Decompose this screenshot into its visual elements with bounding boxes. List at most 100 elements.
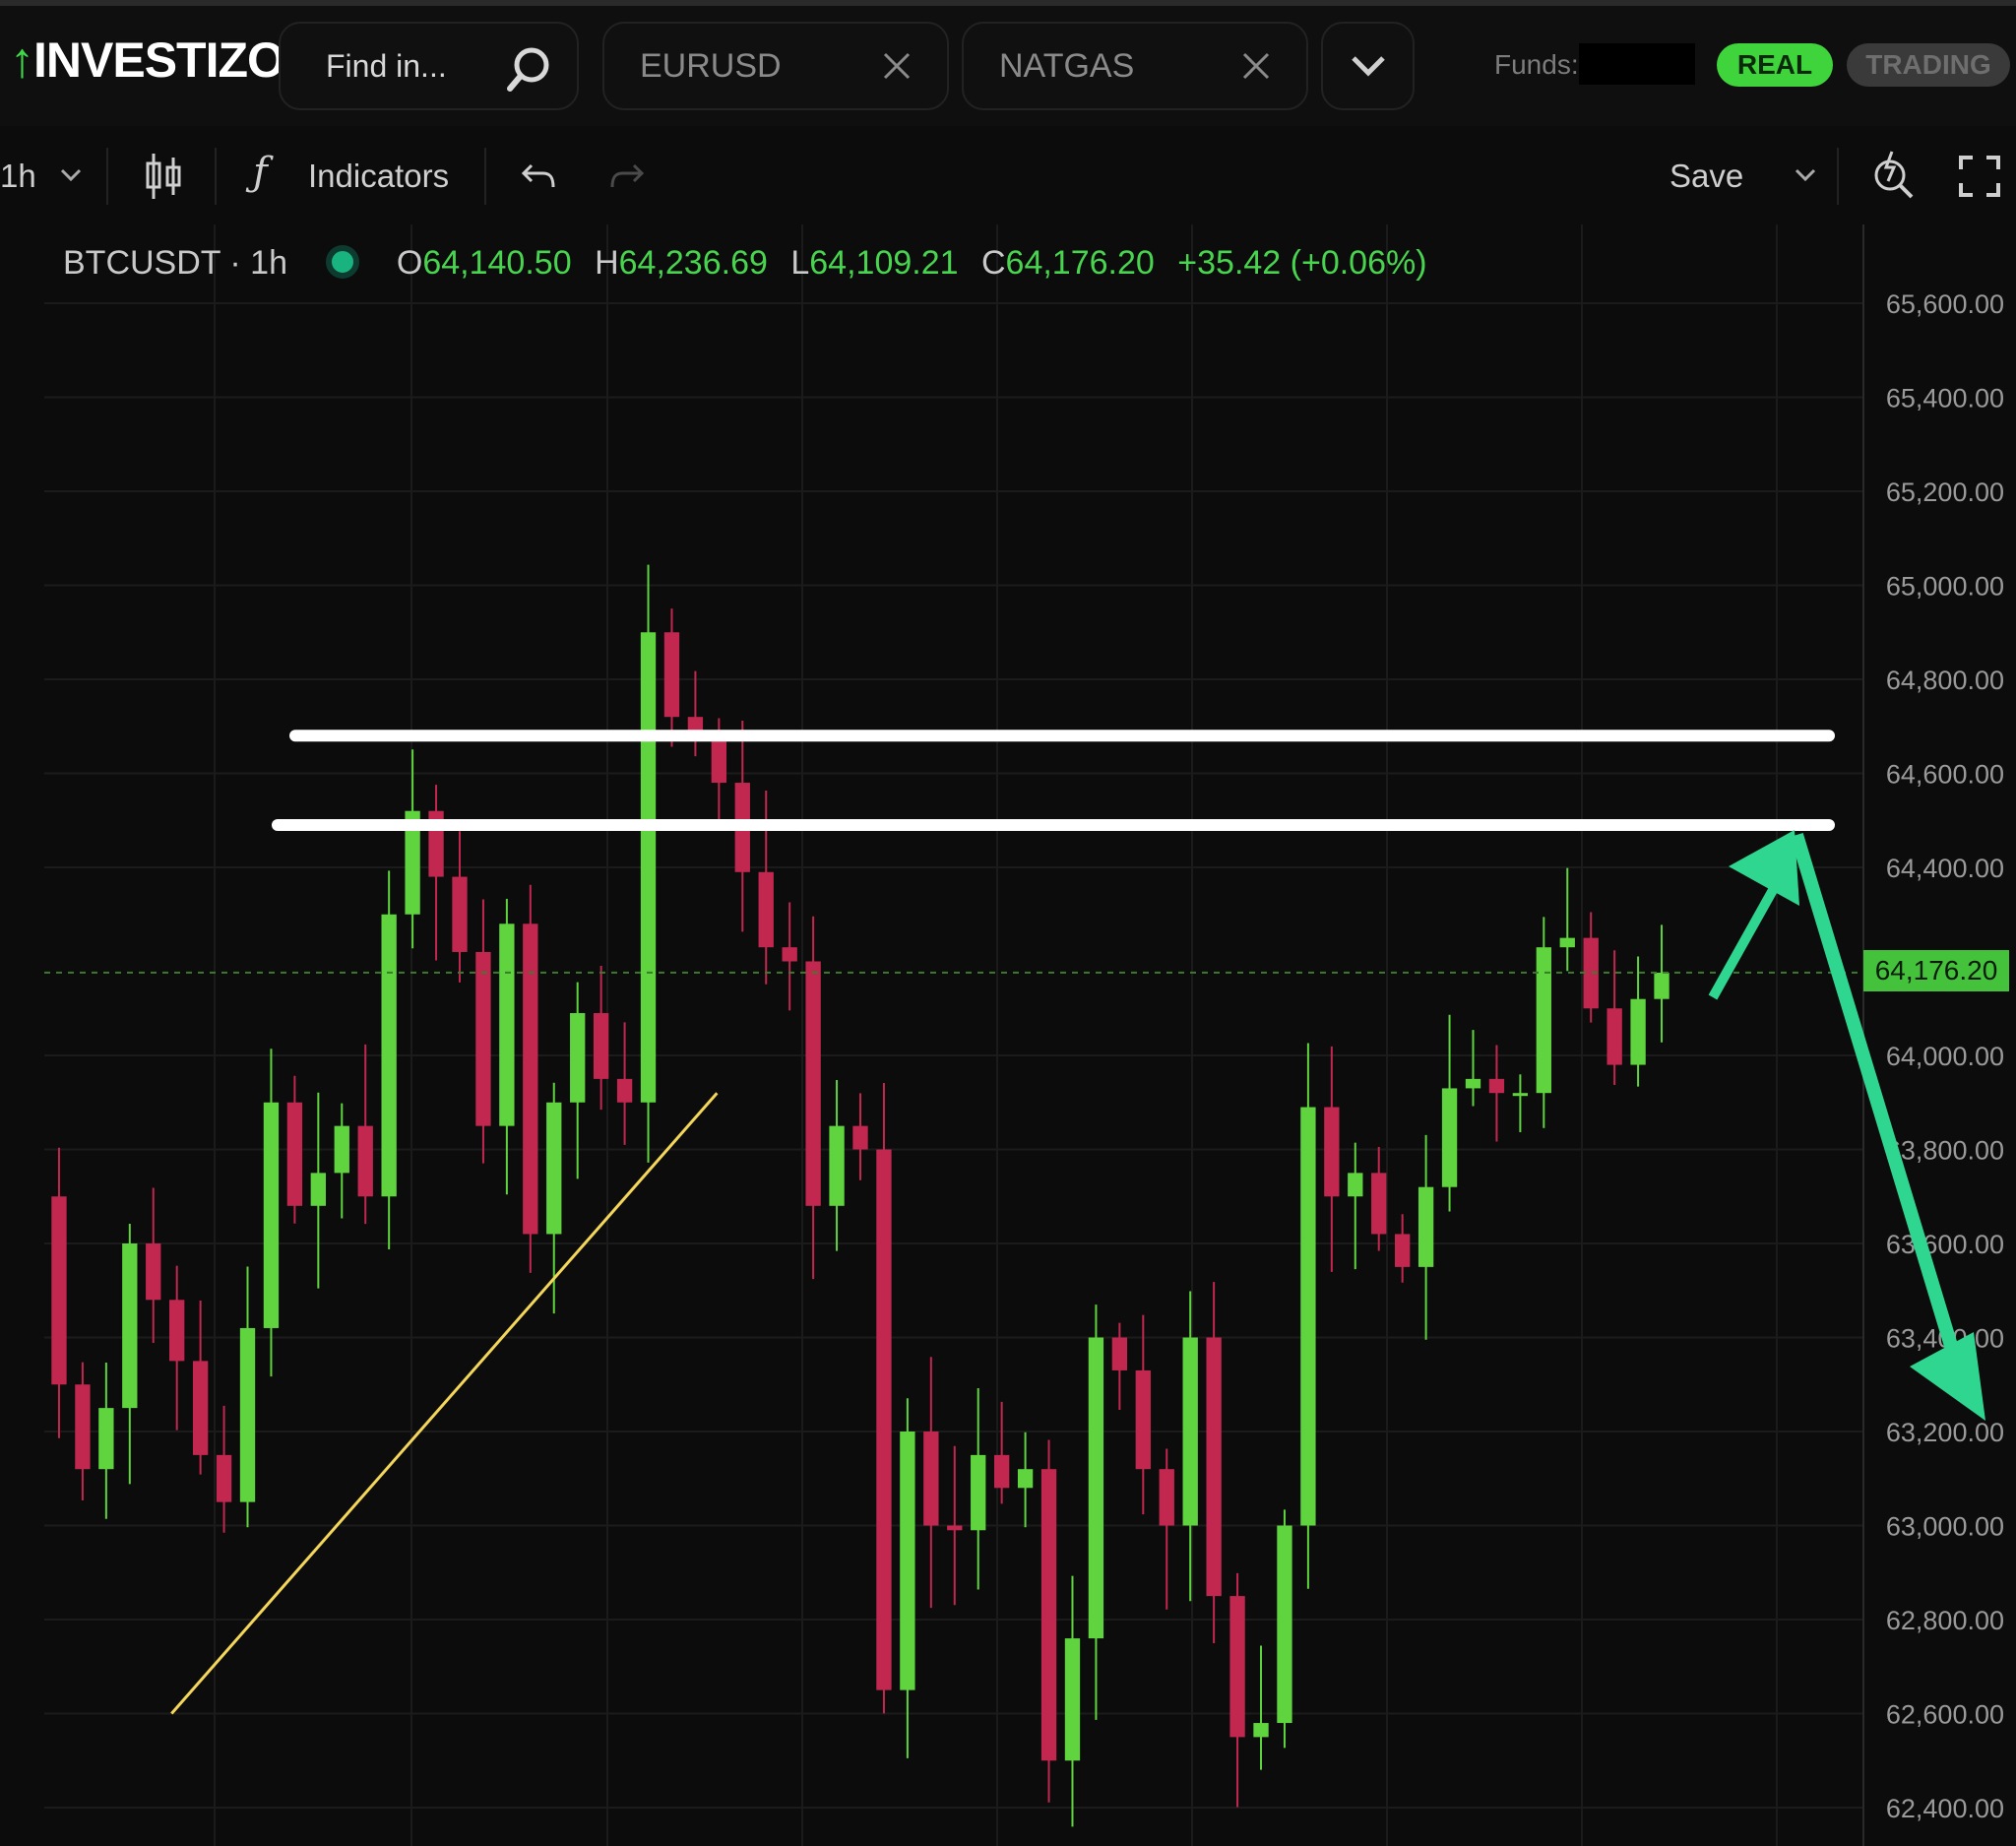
save-button[interactable]: Save xyxy=(1670,158,1743,195)
y-tick-label: 65,400.00 xyxy=(1886,384,2004,414)
y-tick-label: 64,800.00 xyxy=(1886,666,2004,695)
candle-body xyxy=(75,1384,91,1470)
candle-body xyxy=(310,1173,326,1206)
candle-body xyxy=(1135,1369,1151,1470)
candle-body xyxy=(1064,1638,1081,1761)
search-placeholder: Find in... xyxy=(326,47,447,84)
tab-eurusd[interactable]: EURUSD xyxy=(602,22,949,110)
price-chart[interactable]: 65,600.00 65,400.00 65,200.00 65,000.00 64,8… xyxy=(0,224,2016,1846)
real-mode-button[interactable]: REAL xyxy=(1717,43,1833,87)
candle-body xyxy=(51,1196,67,1385)
candle-body xyxy=(593,1013,609,1079)
candle-body xyxy=(923,1432,939,1526)
candle-body xyxy=(1654,972,1670,999)
candle-body xyxy=(570,1013,586,1103)
y-tick-label: 65,000.00 xyxy=(1886,572,2004,602)
candle-body xyxy=(640,632,657,1103)
candle-body xyxy=(947,1525,963,1531)
candle-body xyxy=(523,923,538,1235)
tab-label: NATGAS xyxy=(999,46,1135,85)
candle-body xyxy=(1559,937,1575,948)
arrow-up-right xyxy=(1708,871,1787,1000)
arrow-up-head xyxy=(1729,830,1799,906)
candle-body xyxy=(216,1454,232,1502)
candles-icon[interactable] xyxy=(144,152,183,201)
y-tick-label: 64,600.00 xyxy=(1886,760,2004,790)
change-value: +35.42 (+0.06%) xyxy=(1177,244,1427,282)
interval-selector[interactable]: 1h xyxy=(0,158,36,195)
candle-body xyxy=(1277,1525,1292,1724)
chevron-down-icon[interactable] xyxy=(1794,167,1817,183)
y-tick-label: 62,400.00 xyxy=(1886,1794,2004,1823)
app-logo[interactable]: ↑INVESTIZO xyxy=(10,32,285,89)
candle-body xyxy=(122,1243,138,1409)
candle-body xyxy=(1229,1596,1245,1738)
candle-body xyxy=(663,632,680,718)
y-tick-label: 64,400.00 xyxy=(1886,854,2004,883)
chart-toolbar: 1h ƒ Indicators Save xyxy=(0,126,2016,224)
candle-body xyxy=(1536,947,1551,1094)
last-price-tag: 64,176.20 xyxy=(1863,950,2009,991)
open-value: 64,140.50 xyxy=(422,244,572,282)
chevron-down-icon[interactable] xyxy=(59,167,83,183)
candle-body xyxy=(1441,1088,1458,1187)
candle-body xyxy=(1512,1093,1529,1097)
candle-body xyxy=(852,1125,868,1150)
candle-body xyxy=(499,923,515,1126)
undo-icon[interactable] xyxy=(520,161,557,193)
tabs-dropdown-button[interactable] xyxy=(1321,22,1415,110)
y-tick-label: 63,600.00 xyxy=(1886,1230,2004,1259)
high-value: 64,236.69 xyxy=(618,244,768,282)
close-icon[interactable] xyxy=(880,49,914,92)
market-status-icon xyxy=(326,245,360,280)
y-tick-label: 65,200.00 xyxy=(1886,477,2004,507)
candle-body xyxy=(263,1102,280,1328)
y-tick-label: 63,200.00 xyxy=(1886,1418,2004,1447)
candle-body xyxy=(239,1327,256,1502)
search-icon[interactable] xyxy=(504,43,555,102)
candle-body xyxy=(1630,998,1646,1065)
candle-body xyxy=(1088,1337,1104,1639)
toolbar-divider xyxy=(484,148,486,205)
candle-body xyxy=(1418,1186,1434,1267)
candle-body xyxy=(711,735,727,784)
candle-body xyxy=(1159,1469,1174,1526)
tab-natgas[interactable]: NATGAS xyxy=(962,22,1308,110)
candle-body xyxy=(381,914,397,1197)
candle-body xyxy=(876,1149,892,1690)
search-box[interactable]: Find in... xyxy=(279,22,579,110)
candle-body xyxy=(1040,1469,1057,1761)
candle-body xyxy=(993,1454,1010,1489)
candle-body xyxy=(758,871,774,948)
candle-body xyxy=(782,947,797,962)
trading-mode-button[interactable]: TRADING xyxy=(1847,43,2010,87)
candle-body xyxy=(1488,1078,1505,1094)
candle-body xyxy=(616,1078,633,1103)
fullscreen-icon[interactable] xyxy=(1959,156,2000,197)
top-bar: ↑INVESTIZO Find in... EURUSD NATGAS Fund… xyxy=(0,0,2016,126)
close-value: 64,176.20 xyxy=(1005,244,1155,282)
function-icon: ƒ xyxy=(253,150,268,195)
candle-body xyxy=(98,1408,114,1470)
y-tick-label: 62,600.00 xyxy=(1886,1700,2004,1730)
low-value: 64,109.21 xyxy=(809,244,959,282)
redo-icon[interactable] xyxy=(608,161,646,193)
candle-body xyxy=(829,1125,845,1206)
candle-body xyxy=(546,1102,562,1235)
candle-body xyxy=(1371,1173,1387,1235)
indicators-label: Indicators xyxy=(308,158,450,194)
symbol-label[interactable]: BTCUSDT · 1h xyxy=(63,244,287,282)
chart-area[interactable]: 65,600.00 65,400.00 65,200.00 65,000.00 64,8… xyxy=(0,224,2016,1846)
candle-body xyxy=(146,1243,161,1301)
toolbar-divider xyxy=(215,148,217,205)
toolbar-divider xyxy=(106,148,108,205)
candle-body xyxy=(1206,1337,1222,1597)
candle-body xyxy=(1300,1107,1316,1526)
candle-body xyxy=(1111,1337,1128,1370)
y-tick-label: 65,600.00 xyxy=(1886,289,2004,319)
quick-search-icon[interactable] xyxy=(1870,148,1918,203)
candle-body xyxy=(1395,1234,1411,1267)
ohlc-legend: BTCUSDT · 1h O64,140.50 H64,236.69 L64,1… xyxy=(63,244,1427,282)
close-icon[interactable] xyxy=(1239,49,1273,92)
indicators-button[interactable]: ƒ Indicators xyxy=(251,150,458,205)
